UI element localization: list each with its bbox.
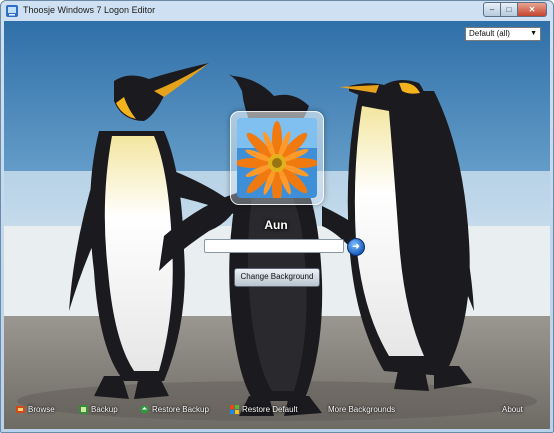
close-button[interactable]: ✕ <box>518 2 547 17</box>
window-controls: – □ ✕ <box>483 2 547 17</box>
preview-area: Default (all) ▼ Aun ➜ Change Background … <box>4 21 550 429</box>
arrow-right-icon: ➜ <box>352 241 360 251</box>
user-picture-frame <box>230 111 324 205</box>
restore-default-label: Restore Default <box>242 405 298 414</box>
submit-arrow-button[interactable]: ➜ <box>347 238 365 256</box>
about-label: About <box>502 405 523 414</box>
about-link[interactable]: About <box>502 405 523 414</box>
window-title: Thoosje Windows 7 Logon Editor <box>23 5 156 15</box>
bottom-toolbar: Browse Backup Restore Backup Restore Def… <box>4 399 550 419</box>
restore-backup-label: Restore Backup <box>152 405 209 414</box>
minimize-button[interactable]: – <box>483 2 501 17</box>
resolution-select[interactable]: Default (all) ▼ <box>465 27 541 41</box>
restore-icon <box>140 405 149 414</box>
restore-default-button[interactable]: Restore Default <box>230 405 298 414</box>
browse-label: Browse <box>28 405 55 414</box>
title-bar: Thoosje Windows 7 Logon Editor – □ ✕ <box>1 1 553 21</box>
change-background-button[interactable]: Change Background <box>234 268 320 287</box>
backup-label: Backup <box>91 405 118 414</box>
windows-restore-icon <box>230 405 239 414</box>
app-window: Thoosje Windows 7 Logon Editor – □ ✕ Def… <box>0 0 554 433</box>
browse-button[interactable]: Browse <box>16 405 55 414</box>
backup-icon <box>79 405 88 414</box>
app-icon <box>6 5 18 17</box>
more-backgrounds-link[interactable]: More Backgrounds <box>328 405 395 414</box>
chevron-down-icon: ▼ <box>530 30 537 37</box>
backup-button[interactable]: Backup <box>79 405 118 414</box>
user-picture <box>237 118 317 198</box>
username-label: Aun <box>264 218 288 232</box>
password-input[interactable] <box>204 239 344 253</box>
resolution-select-value: Default (all) <box>469 29 510 38</box>
more-backgrounds-label: More Backgrounds <box>328 405 396 414</box>
maximize-button[interactable]: □ <box>501 2 518 17</box>
folder-image-icon <box>16 406 25 413</box>
restore-backup-button[interactable]: Restore Backup <box>140 405 209 414</box>
